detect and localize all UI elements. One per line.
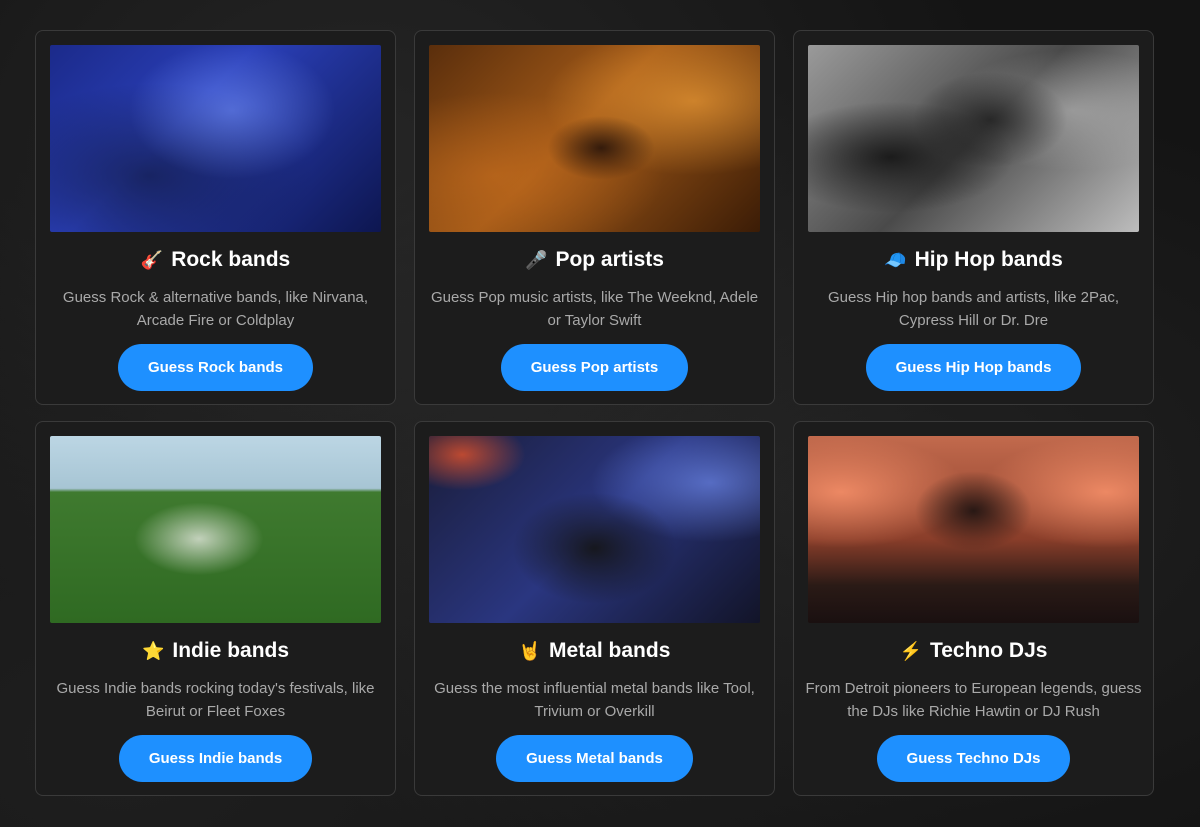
rock-bands-image[interactable]	[50, 45, 381, 232]
pop-artists-image[interactable]	[429, 45, 760, 232]
card-description: Guess Indie bands rocking today's festiv…	[56, 680, 375, 720]
genre-card-hiphop: 🧢 Hip Hop bands Guess Hip hop bands and …	[793, 30, 1154, 405]
metal-bands-image[interactable]	[429, 436, 760, 623]
card-title: 🤘 Metal bands	[519, 637, 671, 665]
card-title-label: Metal bands	[549, 639, 671, 662]
card-title: 🧢 Hip Hop bands	[884, 246, 1063, 274]
guess-indie-bands-button[interactable]: Guess Indie bands	[118, 735, 313, 782]
genre-card-metal: 🤘 Metal bands Guess the most influential…	[414, 421, 775, 796]
card-title: 🎸 Rock bands	[141, 246, 290, 274]
card-title-label: Techno DJs	[929, 639, 1048, 662]
card-title-label: Rock bands	[171, 248, 291, 271]
guess-metal-bands-button[interactable]: Guess Metal bands	[496, 735, 693, 782]
techno-djs-image[interactable]	[808, 436, 1139, 623]
card-title-label: Pop artists	[555, 248, 664, 271]
genre-card-rock: 🎸 Rock bands Guess Rock & alternative ba…	[35, 30, 396, 405]
guess-pop-artists-button[interactable]: Guess Pop artists	[500, 344, 689, 391]
card-description: From Detroit pioneers to European legend…	[805, 680, 1142, 720]
rock-hand-icon: 🤘	[518, 641, 542, 661]
guess-techno-djs-button[interactable]: Guess Techno DJs	[876, 735, 1071, 782]
card-description: Guess Pop music artists, like The Weeknd…	[430, 289, 759, 329]
guess-rock-bands-button[interactable]: Guess Rock bands	[117, 344, 314, 391]
star-icon: ⭐	[141, 641, 165, 661]
card-title: 🎤 Pop artists	[525, 246, 664, 274]
card-title-label: Hip Hop bands	[914, 248, 1063, 271]
card-title-label: Indie bands	[172, 639, 290, 662]
hip-hop-bands-image[interactable]	[808, 45, 1139, 232]
card-description: Guess Hip hop bands and artists, like 2P…	[828, 289, 1119, 329]
card-title: ⭐ Indie bands	[142, 637, 289, 665]
genre-card-pop: 🎤 Pop artists Guess Pop music artists, l…	[414, 30, 775, 405]
cap-icon: 🧢	[884, 250, 907, 270]
lightning-icon: ⚡	[899, 641, 922, 661]
card-description: Guess the most influential metal bands l…	[434, 680, 755, 720]
genre-card-indie: ⭐ Indie bands Guess Indie bands rocking …	[35, 421, 396, 796]
card-description: Guess Rock & alternative bands, like Nir…	[62, 289, 369, 329]
guess-hip-hop-bands-button[interactable]: Guess Hip Hop bands	[865, 344, 1082, 391]
guitar-icon: 🎸	[140, 250, 164, 270]
genre-card-grid: 🎸 Rock bands Guess Rock & alternative ba…	[35, 30, 1154, 796]
genre-card-techno: ⚡ Techno DJs From Detroit pioneers to Eu…	[793, 421, 1154, 796]
indie-bands-image[interactable]	[50, 436, 381, 623]
microphone-icon: 🎤	[525, 250, 548, 270]
card-title: ⚡ Techno DJs	[900, 637, 1048, 665]
